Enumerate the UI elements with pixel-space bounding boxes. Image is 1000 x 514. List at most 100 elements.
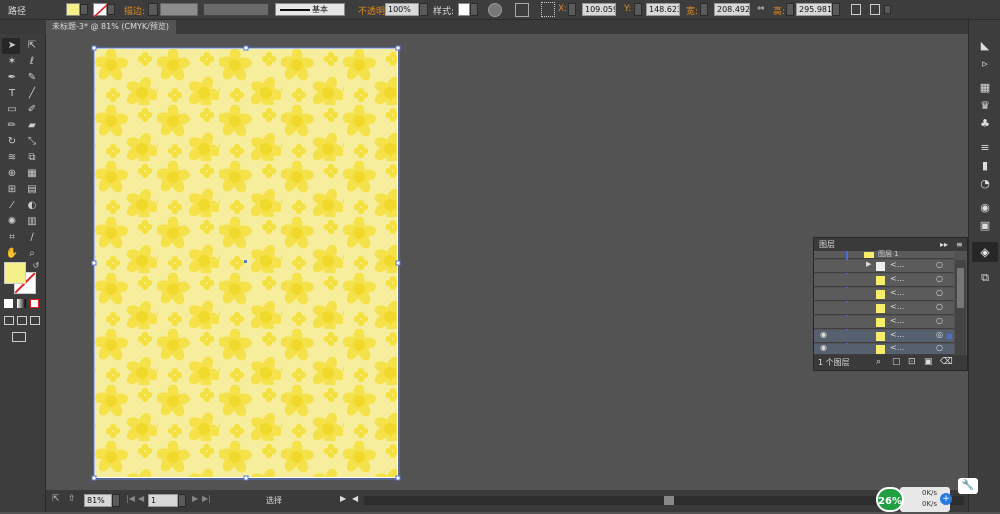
- draw-normal-icon[interactable]: [4, 316, 14, 325]
- line-tool-icon[interactable]: ╱: [24, 87, 40, 101]
- gradient-mode-icon[interactable]: [17, 299, 26, 308]
- zoom-dropdown[interactable]: [112, 494, 120, 507]
- stroke-panel-icon[interactable]: ≡: [976, 140, 994, 156]
- delete-layer-icon[interactable]: ⌫: [940, 355, 953, 370]
- scroll-left-icon[interactable]: ◀: [352, 494, 358, 503]
- fill-swatch[interactable]: [66, 3, 80, 16]
- appearance-icon[interactable]: ◉: [976, 200, 994, 216]
- blend-tool-icon[interactable]: ◐: [24, 199, 40, 213]
- paintbrush-tool-icon[interactable]: ✐: [24, 103, 40, 117]
- eraser-tool-icon[interactable]: ▰: [24, 119, 40, 133]
- layer-row[interactable]: 图层 1: [814, 250, 954, 259]
- sublayer-row[interactable]: <... ○: [814, 316, 954, 329]
- recolor-artwork-icon[interactable]: [488, 3, 502, 17]
- direct-selection-tool-icon[interactable]: ⇱: [24, 39, 40, 53]
- brushes-icon[interactable]: ♛: [976, 98, 994, 114]
- variable-width-profile[interactable]: [203, 3, 269, 16]
- sublayer-row[interactable]: ▶ <... ○: [814, 260, 954, 273]
- sublayer-row-selected[interactable]: ◉ <... ◎: [814, 330, 954, 343]
- target-icon[interactable]: ○: [936, 260, 943, 269]
- page-input[interactable]: 1: [148, 494, 178, 507]
- fill-dropdown[interactable]: [80, 4, 88, 15]
- new-layer-icon[interactable]: ▣: [924, 355, 933, 370]
- graphic-style-swatch[interactable]: [458, 3, 470, 16]
- zoom-input[interactable]: 81%: [84, 494, 112, 507]
- navigator-icon[interactable]: ▹: [976, 56, 994, 72]
- x-stepper[interactable]: [568, 3, 576, 16]
- graphic-styles-icon[interactable]: ▣: [976, 218, 994, 234]
- sublayer-row[interactable]: ◉ <... ○: [814, 343, 954, 355]
- x-input[interactable]: 109.059: [582, 3, 616, 16]
- hand-tool-icon[interactable]: ✋: [4, 247, 20, 261]
- expand-plus-icon[interactable]: +: [940, 493, 952, 505]
- target-icon[interactable]: ○: [936, 288, 943, 297]
- pen-tool-icon[interactable]: ✒: [4, 71, 20, 85]
- new-sublayer-icon[interactable]: ⊡: [908, 355, 916, 370]
- stroke-dropdown[interactable]: [107, 4, 115, 15]
- document-info-icon[interactable]: ◣: [976, 38, 994, 54]
- visibility-eye-icon[interactable]: ◉: [820, 330, 827, 339]
- color-mode-icon[interactable]: [4, 299, 13, 308]
- target-icon[interactable]: ○: [936, 274, 943, 283]
- target-icon[interactable]: ○: [936, 316, 943, 325]
- perspective-grid-tool-icon[interactable]: ▦: [24, 167, 40, 181]
- swatches-icon[interactable]: ▦: [976, 80, 994, 96]
- make-clipping-mask-icon[interactable]: ▢: [892, 355, 901, 370]
- mesh-tool-icon[interactable]: ⊞: [4, 183, 20, 197]
- draw-inside-icon[interactable]: [30, 316, 40, 325]
- target-icon[interactable]: ○: [936, 302, 943, 311]
- target-icon[interactable]: ○: [936, 343, 943, 352]
- none-mode-icon[interactable]: [30, 299, 39, 308]
- height-dropdown[interactable]: [832, 3, 840, 16]
- shape-builder-tool-icon[interactable]: ⊕: [4, 167, 20, 181]
- column-graph-tool-icon[interactable]: ▥: [24, 215, 40, 229]
- layers-scrollbar[interactable]: [955, 260, 966, 355]
- curvature-tool-icon[interactable]: ✎: [24, 71, 40, 85]
- horizontal-scrollbar[interactable]: [364, 496, 964, 505]
- width-tool-icon[interactable]: ≋: [4, 151, 20, 165]
- next-page-icon[interactable]: ▶: [192, 494, 198, 503]
- slice-tool-icon[interactable]: ∕: [24, 231, 40, 245]
- status-menu-icon[interactable]: ▶: [340, 494, 346, 503]
- scroll-thumb[interactable]: [664, 496, 674, 505]
- magic-wand-tool-icon[interactable]: ✶: [4, 55, 20, 69]
- stroke-swatch[interactable]: [93, 3, 109, 18]
- type-tool-icon[interactable]: T: [4, 87, 20, 101]
- free-transform-tool-icon[interactable]: ⧉: [24, 151, 40, 165]
- artboards-icon[interactable]: ⧉: [976, 270, 994, 286]
- stroke-weight-input[interactable]: [160, 3, 198, 16]
- constrain-proportions-icon[interactable]: ⇔: [757, 4, 765, 14]
- target-icon[interactable]: ◎: [936, 330, 943, 339]
- gradient-tool-icon[interactable]: ▤: [24, 183, 40, 197]
- sublayer-row[interactable]: <... ○: [814, 274, 954, 287]
- locate-object-icon[interactable]: ⌕: [876, 355, 881, 370]
- reference-point-icon[interactable]: [541, 2, 555, 17]
- gradient-panel-icon[interactable]: ▮: [976, 158, 994, 174]
- transparency-icon[interactable]: ◔: [976, 176, 994, 192]
- eyedropper-tool-icon[interactable]: ⁄: [4, 199, 20, 213]
- panel-menu-icon[interactable]: ≡: [956, 238, 963, 251]
- pencil-tool-icon[interactable]: ✏: [4, 119, 20, 133]
- scale-tool-icon[interactable]: ⤡: [24, 135, 40, 149]
- screen-mode-icon[interactable]: [12, 332, 26, 342]
- panel-menu-icon[interactable]: [884, 5, 891, 14]
- align-icon[interactable]: [515, 3, 529, 17]
- y-stepper[interactable]: [634, 3, 642, 16]
- isolate-icon[interactable]: [870, 4, 880, 15]
- swap-colors-icon[interactable]: ↺: [28, 259, 44, 273]
- sublayer-row[interactable]: <... ○: [814, 288, 954, 301]
- page-dropdown[interactable]: [178, 494, 186, 507]
- y-input[interactable]: 148.623: [646, 3, 680, 16]
- transform-icon[interactable]: [851, 4, 861, 15]
- height-input[interactable]: 295.981: [796, 3, 832, 16]
- style-dropdown[interactable]: [470, 3, 478, 16]
- stroke-label[interactable]: 描边:: [124, 4, 145, 17]
- rectangle-tool-icon[interactable]: ▭: [4, 103, 20, 117]
- collapse-icon[interactable]: ▸▸: [940, 238, 948, 251]
- opacity-dropdown[interactable]: [419, 3, 428, 16]
- lasso-tool-icon[interactable]: ℓ: [24, 55, 40, 69]
- first-page-icon[interactable]: |◀: [126, 494, 135, 503]
- width-stepper[interactable]: [700, 3, 708, 16]
- artboard-nav-icon[interactable]: ⇱: [52, 494, 60, 504]
- sublayer-row[interactable]: <... ○: [814, 302, 954, 315]
